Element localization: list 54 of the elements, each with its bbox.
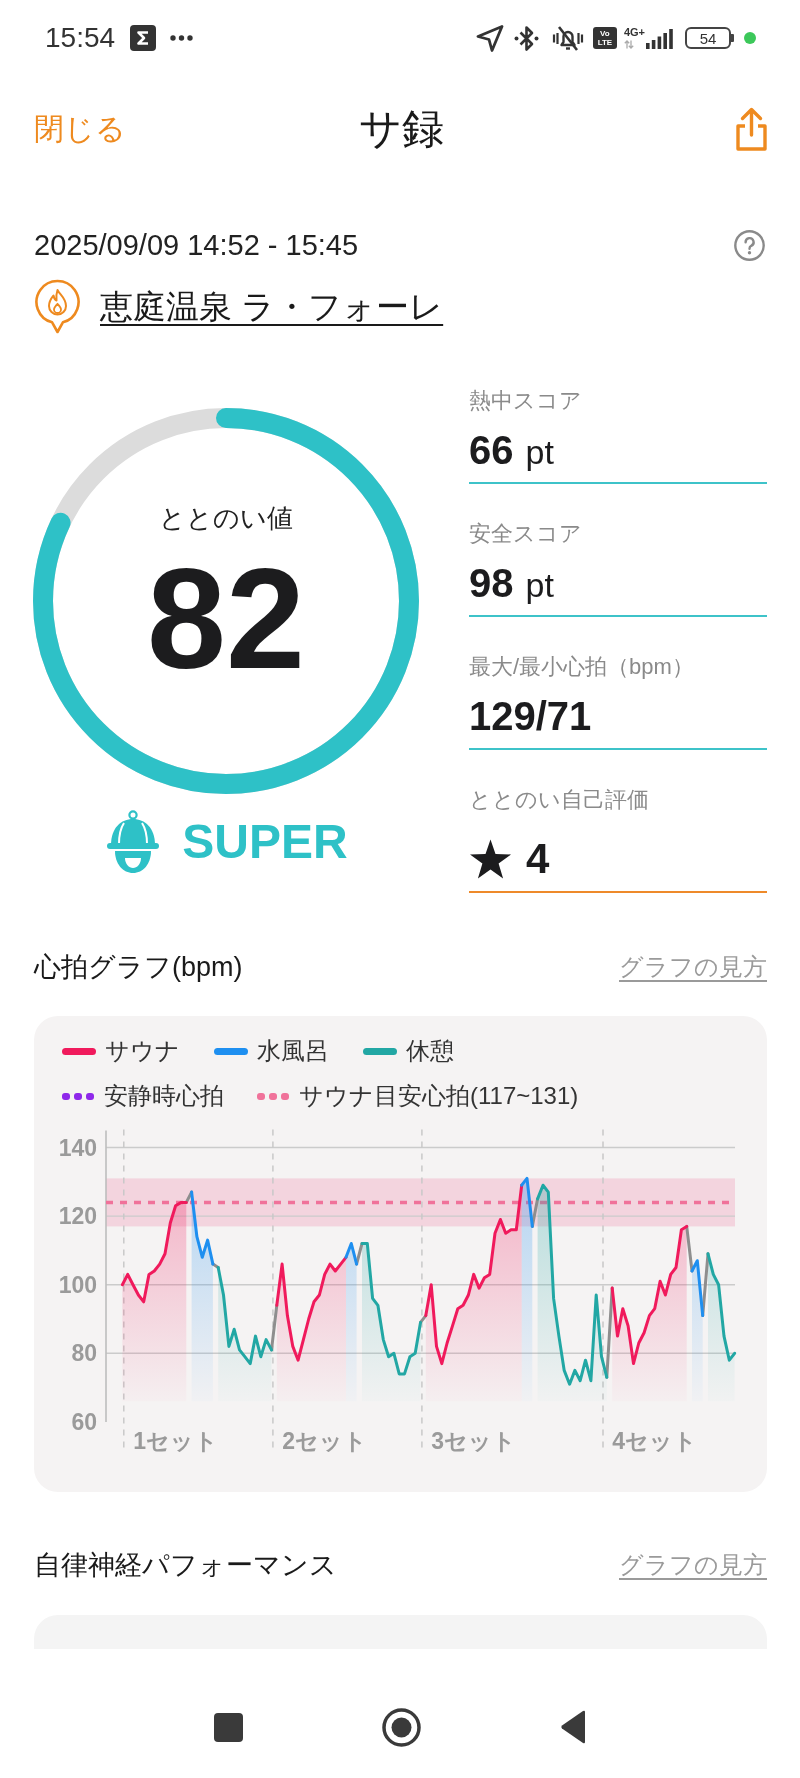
legend-label: 水風呂 [257,1039,329,1063]
stat-unit: pt [525,433,554,471]
stat-value: 66 [469,428,514,472]
gauge-value: 82 [147,548,305,690]
back-icon[interactable] [559,1710,587,1744]
battery-indicator: 54 [685,27,734,49]
star-icon [469,839,512,879]
rating-value: 4 [526,838,550,880]
stat-value: 98 [469,561,514,605]
stat-label: 安全スコア [469,520,583,548]
flame-pin-icon [34,279,81,334]
session-datetime: 2025/09/09 14:52 - 15:45 [34,230,359,260]
stat-label: 熱中スコア [469,387,583,415]
share-icon[interactable] [735,106,768,152]
set-axis-label: 2セット [282,1428,368,1454]
set-axis-label: 1セット [133,1428,218,1454]
sigma-icon [130,25,157,51]
stat-unit: pt [525,566,554,604]
axis-tick-label: 120 [58,1203,97,1230]
help-icon[interactable] [734,229,765,261]
more-dots-icon [170,35,194,41]
axis-tick-label: 60 [71,1408,97,1435]
stat-label: 最大/最小心拍（bpm） [469,653,695,681]
section-title: 自律神経パフォーマンス [34,1551,337,1579]
navigation-arrow-icon [475,24,504,52]
axis-tick-label: 100 [58,1271,97,1298]
rank-label: SUPER [182,818,348,866]
home-icon[interactable] [381,1707,421,1747]
signal-bars-icon [646,29,673,49]
legend-label: 安静時心拍 [104,1084,224,1108]
set-axis-label: 3セット [431,1428,517,1454]
gauge-label: ととのい値 [159,502,293,535]
close-button[interactable]: 閉じる [34,114,126,144]
legend-label: 休憩 [406,1039,454,1063]
axis-tick-label: 80 [71,1340,97,1367]
help-link[interactable]: グラフの見方 [619,952,767,982]
clock-time: 15:54 [45,24,116,52]
screen-title: サ録 [358,108,444,150]
facility-link[interactable]: 恵庭温泉 ラ・フォーレ [100,286,444,327]
data-arrows-icon [623,40,634,49]
legend-label: サウナ目安心拍(117~131) [299,1084,579,1108]
set-axis-label: 4セット [612,1428,698,1454]
mascot-icon [106,810,161,874]
legend-label: サウナ [105,1039,180,1063]
bell-muted-icon [551,24,584,52]
recents-icon[interactable] [213,1712,243,1742]
network-type-label: 4G+ [623,27,645,38]
section-title: 心拍グラフ(bpm) [34,953,243,981]
bluetooth-icon [513,24,539,52]
volte-badge: Vo LTE [592,27,617,49]
stat-value: 129/71 [469,694,592,738]
axis-tick-label: 140 [58,1134,97,1161]
help-link[interactable]: グラフの見方 [619,1550,767,1580]
stat-label: ととのい自己評価 [469,786,650,814]
